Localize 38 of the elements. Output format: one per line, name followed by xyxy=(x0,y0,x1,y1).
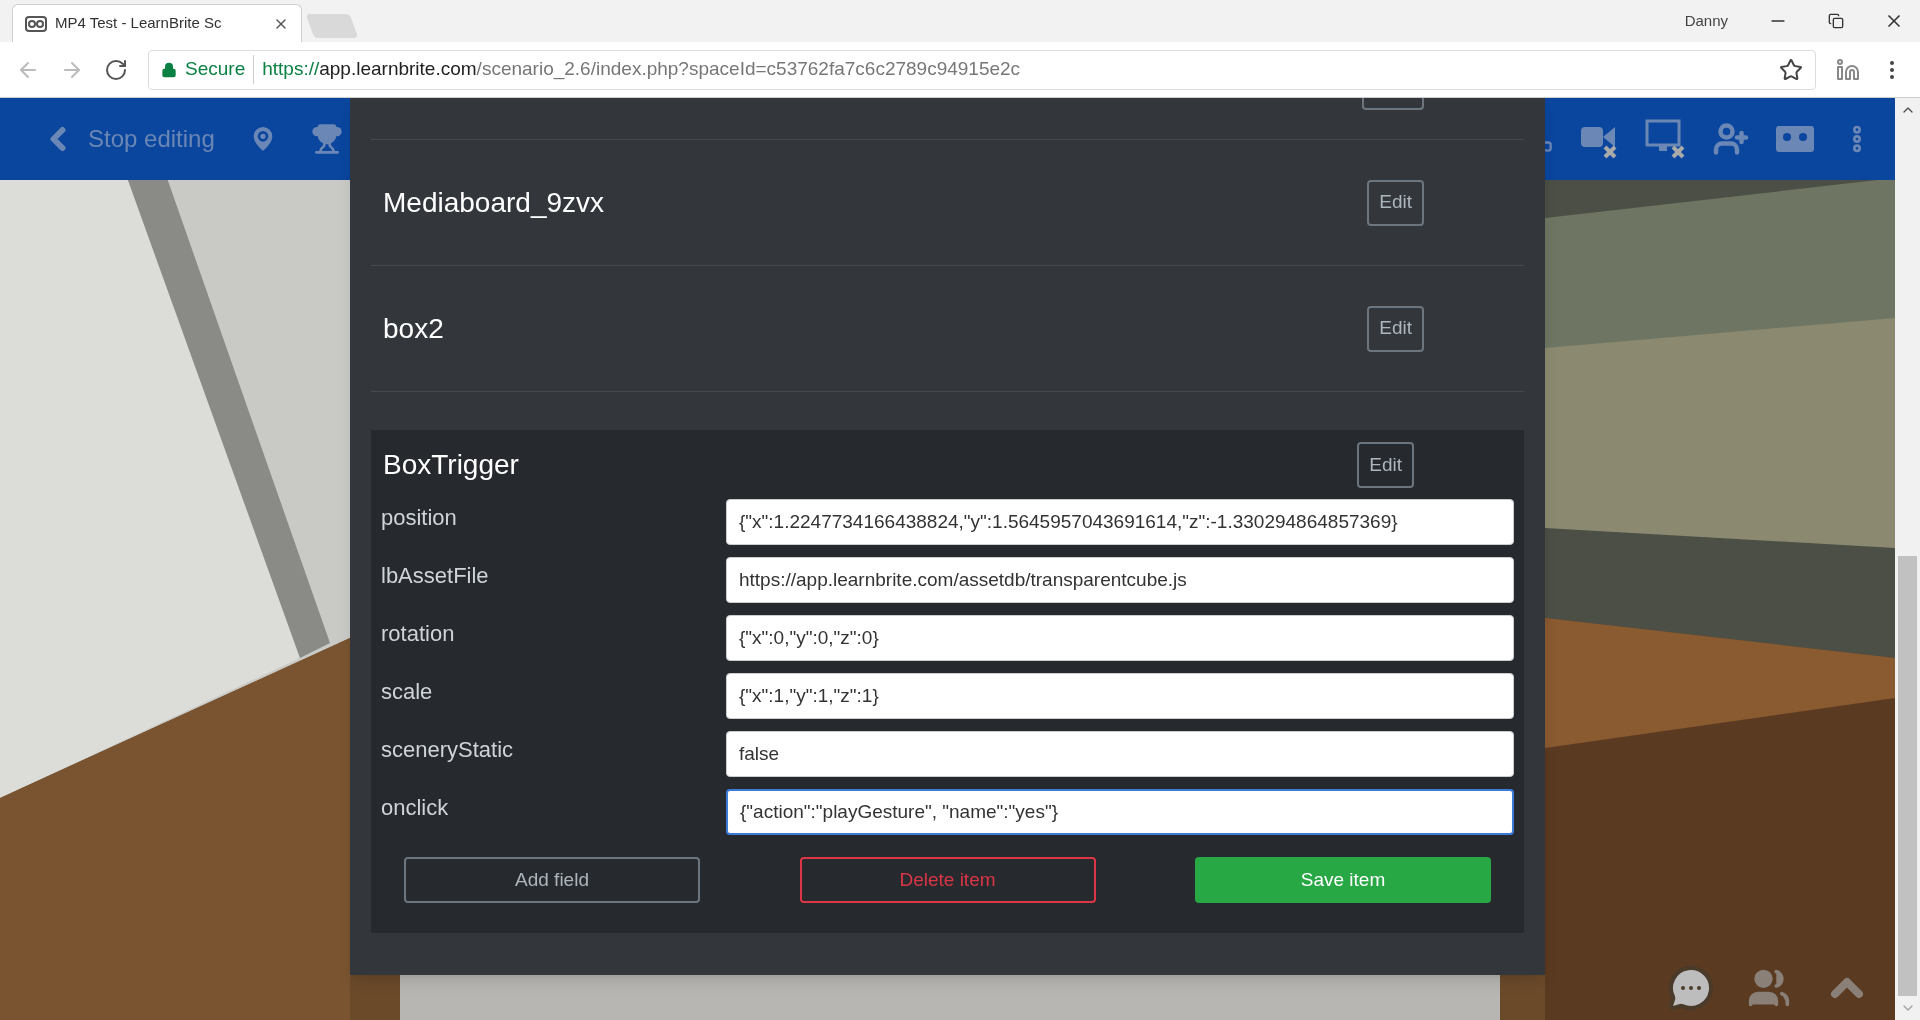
value-field[interactable]: https://app.learnbrite.com/assetdb/transparentcube.js xyxy=(726,557,1514,603)
reload-icon[interactable] xyxy=(104,57,128,82)
edit-button[interactable]: Edit xyxy=(1367,179,1424,226)
field-label: onclick xyxy=(381,794,450,822)
chat-icon[interactable] xyxy=(1667,964,1715,1012)
restore-icon[interactable] xyxy=(1828,13,1844,29)
browser-tab[interactable]: MP4 Test - LearnBrite Sc xyxy=(12,4,302,42)
field-label: rotation xyxy=(381,620,456,648)
field-label: scale xyxy=(381,678,434,706)
bookmark-star-icon[interactable] xyxy=(1779,57,1803,82)
value-field[interactable]: {"action":"playGesture", "name":"yes"} xyxy=(726,789,1514,835)
field-label: lbAssetFile xyxy=(381,562,490,590)
tab-title: MP4 Test - LearnBrite Sc xyxy=(55,13,222,34)
item-name: BoxTrigger xyxy=(383,448,519,482)
edit-button[interactable]: Edit xyxy=(1357,442,1414,488)
value-field[interactable]: {"x":0,"y":0,"z":0} xyxy=(726,615,1514,661)
value-field[interactable]: {"x":1,"y":1,"z":1} xyxy=(726,673,1514,719)
field-label: sceneryStatic xyxy=(381,736,515,764)
add-field-button[interactable]: Add field xyxy=(404,857,700,903)
screen-off-icon[interactable] xyxy=(1645,119,1687,159)
address-bar[interactable]: Secure https://app.learnbrite.com/scenario_2.6/index.php?spaceId=c53762fa7c6c2789c94915e2c xyxy=(148,49,1816,90)
scrollbar[interactable] xyxy=(1895,98,1920,1020)
item-name: Mediaboard_9zvx xyxy=(383,185,605,220)
edit-button[interactable] xyxy=(1362,98,1424,110)
lock-icon xyxy=(161,61,177,78)
item-name: box2 xyxy=(383,311,444,346)
field-label: position xyxy=(381,504,458,532)
linkedin-icon[interactable] xyxy=(1836,57,1860,82)
url-text: https://app.learnbrite.com/scenario_2.6/index.php?spaceId=c53762fa7c6c2789c94915e2c xyxy=(262,57,1021,82)
value-field[interactable]: false xyxy=(726,731,1514,777)
profile-name[interactable]: Danny xyxy=(1684,9,1728,33)
value-field[interactable]: {"x":1.2247734166438824,"y":1.5645957043691614,"z":-1.330294864857369} xyxy=(726,499,1514,545)
trophy-icon[interactable] xyxy=(310,123,343,155)
secure-label: Secure xyxy=(185,55,255,84)
vr-headset-icon[interactable] xyxy=(1775,123,1815,155)
edit-button[interactable]: Edit xyxy=(1367,305,1424,352)
vr-headset-icon xyxy=(25,14,47,33)
add-user-icon[interactable] xyxy=(1713,121,1749,157)
